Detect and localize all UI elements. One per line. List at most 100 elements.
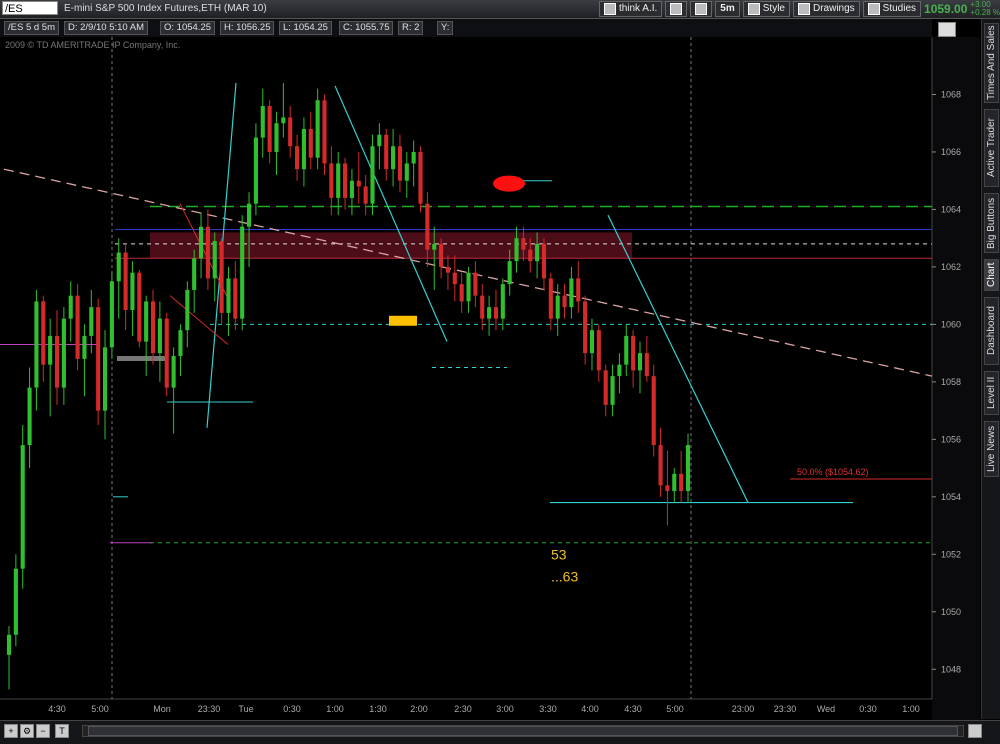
- candle-body: [576, 278, 581, 302]
- x-tick-label: 3:00: [496, 704, 514, 714]
- low-pill: L: 1054.25: [279, 21, 332, 35]
- scrollbar-thumb[interactable]: [88, 726, 958, 736]
- candle-body: [82, 335, 87, 359]
- candle-body: [102, 347, 108, 411]
- y-tick-label: 1054: [941, 492, 961, 502]
- candle-body: [205, 226, 210, 279]
- zoom-icon[interactable]: [968, 724, 982, 738]
- candle-body: [226, 278, 231, 313]
- candle-body: [535, 243, 540, 262]
- candle-body: [521, 238, 526, 250]
- sidebar-tab-times-and-sales[interactable]: Times And Sales: [984, 23, 999, 103]
- candle-body: [301, 128, 306, 170]
- annotation-53: 53: [551, 546, 567, 562]
- candle-body: [61, 318, 66, 388]
- x-tick-label: 23:00: [732, 704, 755, 714]
- candle-body: [500, 284, 505, 319]
- date-pill: D: 2/9/10 5:10 AM: [64, 21, 149, 35]
- symbol-input[interactable]: /ES: [2, 1, 58, 15]
- y-tick-label: 1050: [941, 607, 961, 617]
- candle-body: [144, 301, 149, 342]
- open-pill: O: 1054.25: [160, 21, 216, 35]
- candle-body: [624, 335, 629, 365]
- style-icon: [747, 3, 760, 15]
- candle-body: [555, 295, 560, 319]
- studies-label: Studies: [882, 3, 917, 14]
- candle-body: [631, 335, 636, 371]
- wrench-icon: [670, 3, 683, 15]
- candle-body: [68, 295, 73, 319]
- candle-body: [288, 117, 293, 147]
- sidebar-tab-level-ii[interactable]: Level II: [984, 371, 999, 415]
- zoom-in-icon[interactable]: +: [4, 724, 18, 738]
- sidebar-tab-live-news[interactable]: Live News: [984, 421, 999, 477]
- price-chart[interactable]: 1048 1050 1052 1054 1056 1058 1060 1062 1064 1066…: [0, 37, 980, 720]
- sidebar-tab-active-trader[interactable]: Active Trader: [984, 109, 999, 187]
- candle-body: [123, 252, 128, 311]
- candle-body: [528, 249, 533, 262]
- candle-body: [253, 137, 258, 204]
- right-sidebar: Times And Sales Active Trader Big Buttons C…: [981, 19, 1000, 719]
- interval-button[interactable]: 5m: [715, 1, 740, 17]
- drawings-button[interactable]: Drawings: [792, 1, 860, 17]
- candle-body: [665, 485, 670, 492]
- period-pill[interactable]: /ES 5 d 5m: [4, 21, 59, 35]
- link-button[interactable]: [690, 1, 713, 17]
- sidebar-tab-dashboard[interactable]: Dashboard: [984, 297, 999, 365]
- top-toolbar: /ES E-mini S&P 500 Index Futures,ETH (MA…: [0, 0, 1000, 19]
- yellow-marker: [389, 315, 417, 326]
- candle-body: [589, 330, 595, 354]
- candle-body: [41, 301, 46, 365]
- candle-body: [164, 318, 169, 388]
- candle-body: [514, 238, 519, 262]
- candle-body: [356, 180, 361, 187]
- candle-body: [281, 117, 286, 124]
- zoom-out-icon[interactable]: −: [36, 724, 50, 738]
- y-pill: Y:: [437, 21, 454, 35]
- settings-icon[interactable]: ⚙: [20, 724, 34, 738]
- y-tick-label: 1052: [941, 549, 961, 559]
- candle-body: [349, 180, 354, 198]
- candle-body: [658, 445, 663, 486]
- x-tick-label: 23:30: [774, 704, 797, 714]
- candle-body: [240, 226, 245, 319]
- candle-body: [343, 163, 348, 198]
- style-button[interactable]: Style: [742, 1, 790, 17]
- tools-button[interactable]: [665, 1, 688, 17]
- y-tick-label: 1064: [941, 204, 961, 214]
- candle-body: [219, 241, 224, 313]
- style-label: Style: [762, 3, 785, 14]
- sidebar-tab-big-buttons[interactable]: Big Buttons: [984, 193, 999, 253]
- candle-body: [370, 146, 375, 204]
- high-pill: H: 1056.25: [220, 21, 275, 35]
- x-tick-label: 0:30: [283, 704, 301, 714]
- candle-body: [20, 445, 25, 569]
- y-tick-label: 1058: [941, 377, 961, 387]
- x-tick-label: 1:30: [369, 704, 387, 714]
- y-tick-label: 1056: [941, 434, 961, 444]
- sidebar-tab-chart[interactable]: Chart: [984, 259, 999, 291]
- candle-body: [48, 335, 53, 365]
- candle-body: [679, 473, 684, 492]
- candle-body: [96, 307, 101, 411]
- copyright-text: 2009 © TD AMERITRADE IP Company, Inc.: [5, 40, 181, 50]
- plot-background: [0, 37, 932, 720]
- toolbar-right: think A.I. 5m Style Drawings Studies 105…: [598, 0, 1000, 18]
- candle-body: [425, 203, 430, 250]
- text-tool-icon[interactable]: T: [55, 724, 69, 738]
- y-tick-label: 1062: [941, 262, 961, 272]
- candle-body: [260, 105, 265, 138]
- candle-body: [329, 163, 334, 198]
- candle-body: [75, 295, 80, 359]
- studies-button[interactable]: Studies: [862, 1, 922, 17]
- x-tick-label: 0:30: [859, 704, 877, 714]
- chart-settings-icon[interactable]: [938, 22, 956, 37]
- studies-icon: [867, 3, 880, 15]
- candle-body: [480, 295, 485, 319]
- candle-body: [418, 151, 423, 204]
- candle-body: [583, 301, 588, 354]
- think-ai-button[interactable]: think A.I.: [598, 1, 663, 17]
- y-tick-label: 1068: [941, 89, 961, 99]
- candle-body: [178, 330, 183, 357]
- y-tick-label: 1066: [941, 147, 961, 157]
